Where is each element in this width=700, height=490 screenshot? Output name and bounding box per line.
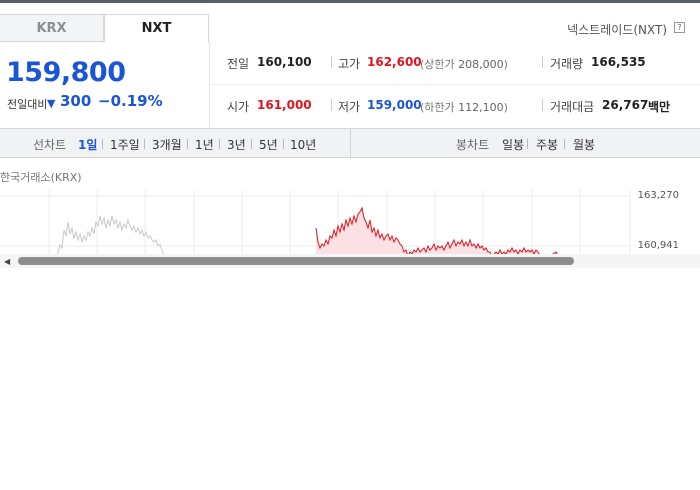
down-arrow-icon: ▼ (47, 97, 56, 110)
line-chart-label: 선차트 (33, 138, 67, 152)
period-3y[interactable]: 3년 (227, 136, 246, 153)
separator (102, 139, 103, 149)
change-percent: −0.19% (98, 92, 163, 110)
separator (542, 99, 543, 111)
period-1w[interactable]: 1주일 (110, 136, 140, 153)
separator (527, 139, 528, 149)
change-label: 전일대비 (7, 98, 48, 111)
prev-close-value: 160,100 (257, 55, 312, 69)
premarket-line (56, 215, 165, 256)
separator (331, 56, 332, 68)
candle-weekly[interactable]: 주봉 (536, 136, 558, 153)
separator (251, 139, 252, 149)
upper-limit-label: 상한가 (424, 58, 455, 71)
open-value: 161,000 (257, 98, 312, 112)
period-5y[interactable]: 5년 (259, 136, 278, 153)
volume-value: 166,535 (591, 55, 646, 69)
toolbar-divider (350, 128, 351, 158)
divider-horizontal (209, 84, 700, 85)
period-3m[interactable]: 3개월 (152, 136, 182, 153)
divider-vertical (209, 42, 210, 128)
lower-limit: (하한가 112,100) (420, 101, 508, 114)
low-label: 저가 (338, 100, 361, 114)
high-label: 고가 (338, 57, 361, 71)
separator (283, 139, 284, 149)
y-axis-label-bottom: 160,941 (637, 240, 679, 251)
separator (542, 56, 543, 68)
upper-limit-value: 208,000 (458, 58, 504, 71)
separator (187, 139, 188, 149)
volume-label: 거래량 (550, 57, 584, 71)
amount-label: 거래대금 (550, 100, 595, 114)
candle-monthly[interactable]: 월봉 (573, 136, 595, 153)
lower-limit-value: 112,100 (458, 101, 504, 114)
candle-chart-label: 봉차트 (456, 138, 490, 152)
tab-underline (0, 41, 104, 42)
separator (219, 139, 220, 149)
prev-close-label: 전일 (227, 57, 250, 71)
low-value: 159,000 (367, 98, 422, 112)
separator (564, 139, 565, 149)
scrollbar-thumb[interactable] (18, 257, 574, 265)
chart-market-label: 한국거래소(KRX) (0, 171, 82, 184)
period-1y[interactable]: 1년 (195, 136, 214, 153)
tab-krx[interactable]: KRX (0, 14, 104, 42)
lower-limit-label: 하한가 (424, 101, 455, 114)
separator (331, 99, 332, 111)
tab-nxt[interactable]: NXT (104, 14, 209, 42)
high-value: 162,600 (367, 55, 422, 69)
upper-limit: (상한가 208,000) (420, 58, 508, 71)
amount-unit: 백만 (648, 100, 671, 114)
period-10y[interactable]: 10년 (290, 136, 316, 153)
top-border (0, 0, 700, 3)
source-label: 넥스트레이드(NXT) (567, 23, 667, 37)
separator (144, 139, 145, 149)
candle-daily[interactable]: 일봉 (502, 136, 524, 153)
open-label: 시가 (227, 100, 250, 114)
current-price: 159,800 (6, 57, 126, 88)
intraday-chart (0, 190, 631, 256)
amount-value: 26,767 (602, 98, 649, 112)
help-icon[interactable]: ? (674, 22, 685, 33)
period-1d[interactable]: 1일 (78, 136, 97, 153)
y-axis-label-top: 163,270 (637, 190, 679, 201)
change-value: 300 (60, 92, 92, 110)
scroll-left-arrow-icon[interactable]: ◀ (4, 257, 10, 266)
